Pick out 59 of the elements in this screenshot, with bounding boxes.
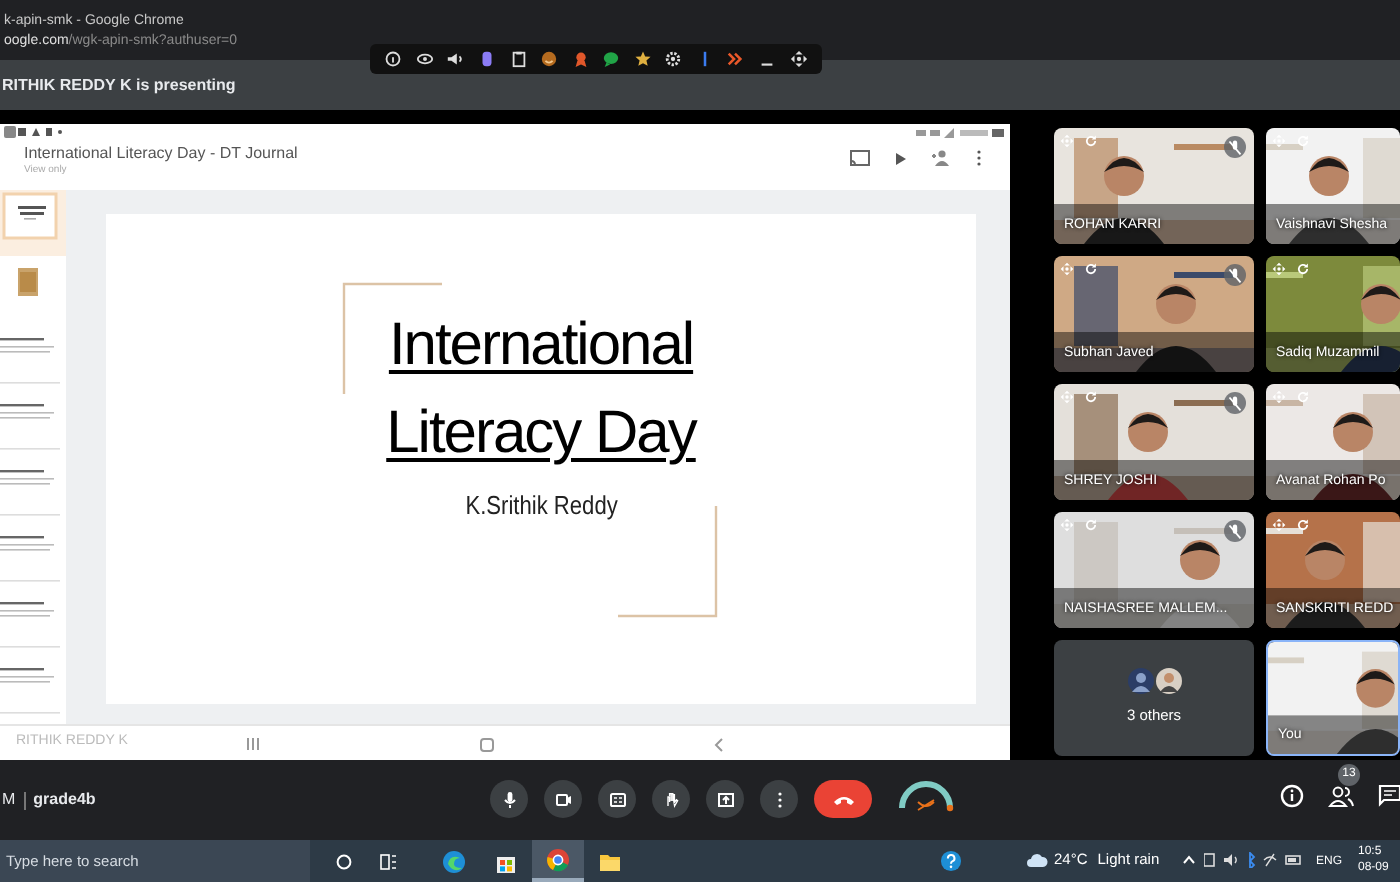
add-person-icon[interactable] [932,150,952,166]
refresh-icon[interactable] [1296,518,1310,532]
eye-icon[interactable] [415,50,434,68]
slide-thumbnail[interactable] [0,190,66,256]
avatar-icon [1155,668,1181,695]
microphone-button[interactable] [490,780,528,818]
present-screen-icon [713,787,737,811]
people-icon[interactable] [1328,784,1354,808]
browser-icon [546,847,570,871]
avatar-icon [1127,668,1153,695]
gear-icon[interactable] [664,50,683,68]
camera-button[interactable] [544,780,582,818]
document-title: International Literacy Day - DT Journal [24,142,298,164]
refresh-icon[interactable] [1084,390,1098,404]
back-icon[interactable] [714,738,724,752]
refresh-icon[interactable] [1084,262,1098,276]
help-icon[interactable] [940,850,962,872]
swirl-icon [442,849,466,873]
gauge-icon[interactable] [896,776,956,816]
tray-icons[interactable] [1204,852,1304,868]
presenter-status-text: RITHIK REDDY K is presenting [2,73,236,97]
captions-icon [605,787,629,811]
raise-hand-button[interactable] [652,780,690,818]
home-icon[interactable] [480,738,494,752]
double-chevron-icon[interactable] [726,50,745,68]
meeting-time: M [2,788,16,812]
corner-frame [618,506,718,618]
more-icon[interactable] [976,150,982,166]
end-call-button[interactable] [814,780,872,818]
task-view-icon[interactable] [380,853,398,869]
star-icon[interactable] [633,50,652,68]
clipboard-icon[interactable] [509,50,528,68]
captions-button[interactable] [598,780,636,818]
chevron-up-icon[interactable] [1182,854,1196,866]
refresh-icon[interactable] [1296,262,1310,276]
ribbon-icon[interactable] [571,50,590,68]
chat-icon[interactable] [1378,784,1400,808]
browser-taskbar-button[interactable] [532,840,584,882]
circle-icon[interactable] [336,853,352,869]
phone-hangup-icon [831,791,855,807]
present-screen-button[interactable] [706,780,744,818]
info-icon[interactable] [384,50,403,68]
recent-apps-icon[interactable] [246,738,260,750]
more-options-button[interactable] [760,780,798,818]
hand-icon[interactable] [477,50,496,68]
notification-icons [4,126,64,138]
slide-author: K.Srithik Reddy [464,488,618,524]
move-icon[interactable] [789,50,808,68]
slide-title: International [388,310,694,382]
status-icons [916,127,1006,137]
smiley-icon[interactable] [540,50,559,68]
cast-icon[interactable] [850,150,870,166]
meeting-code: grade4b [33,788,96,812]
folder-icon [598,849,622,873]
play-icon[interactable] [894,151,908,165]
chat-bubble-icon[interactable] [602,50,621,68]
speaker-icon[interactable] [446,50,465,68]
slide-title: Literacy Day [386,398,696,470]
cloud-icon [1026,851,1048,868]
